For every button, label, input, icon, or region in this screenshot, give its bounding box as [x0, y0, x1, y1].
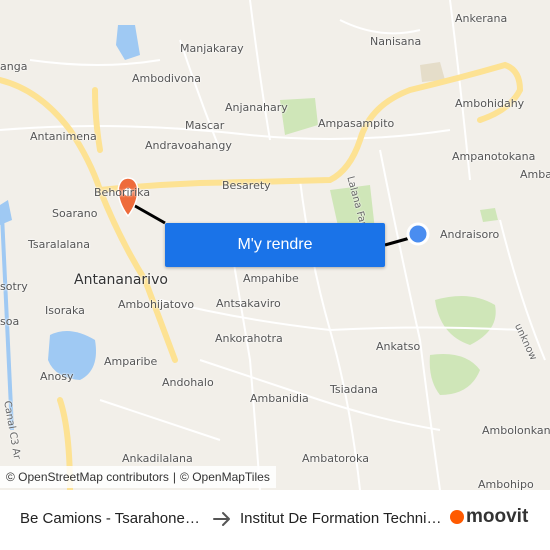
place-antananarivo: Antananarivo	[74, 272, 168, 288]
moovit-logo-icon	[450, 510, 464, 524]
get-directions-button[interactable]: M'y rendre	[165, 223, 385, 267]
place-ambanidia: Ambanidia	[250, 392, 309, 405]
osm-attribution-link[interactable]: © OpenStreetMap contributors	[6, 470, 169, 484]
origin-stop-name: Be Camions - Tsarahonenana	[20, 510, 205, 527]
place-antanimena: Antanimena	[30, 130, 97, 143]
place-isoraka: Isoraka	[45, 304, 85, 317]
place-tsaralalana: Tsaralalana	[28, 238, 90, 251]
place-ambohijatovo: Ambohijatovo	[118, 298, 195, 311]
place-amparibe: Amparibe	[104, 355, 158, 368]
place-soarano: Soarano	[52, 207, 98, 220]
place-tsiadana: Tsiadana	[330, 383, 378, 396]
place-behoririka: Behoririka	[94, 186, 151, 199]
place-ankorahotra: Ankorahotra	[215, 332, 283, 345]
place-ambohipo: Ambohipo	[478, 478, 534, 490]
area-1	[420, 62, 445, 82]
place-nanisana: Nanisana	[370, 35, 422, 48]
moovit-logo: moovit	[450, 506, 528, 528]
place-ampasampito: Ampasampito	[318, 117, 395, 130]
map-canvas[interactable]: Manjakaray Nanisana Ankerana Ambodivona …	[0, 0, 550, 490]
arrow-right-icon	[212, 508, 234, 535]
map-attribution: © OpenStreetMap contributors | © OpenMap…	[0, 466, 276, 488]
route-footer: Be Camions - Tsarahonenana Institut De F…	[0, 490, 550, 550]
place-manjakaray: Manjakaray	[180, 42, 244, 55]
destination-dot	[406, 222, 430, 246]
place-ampahibe: Ampahibe	[243, 272, 299, 285]
park-3	[435, 296, 496, 345]
attribution-separator: |	[172, 470, 177, 484]
place-anosy: Anosy	[40, 370, 74, 383]
place-besarety: Besarety	[222, 179, 271, 192]
place-ambatoroka: Ambatoroka	[302, 452, 369, 465]
place-partial-right-1: Amba	[520, 168, 550, 181]
place-ankerana: Ankerana	[455, 12, 508, 25]
moovit-wordmark: moovit	[466, 506, 529, 527]
place-ambodivona: Ambodivona	[132, 72, 201, 85]
place-ambolonkandrina: Ambolonkandrina	[482, 424, 550, 437]
omt-attribution-link[interactable]: © OpenMapTiles	[180, 470, 270, 484]
park-4	[429, 354, 480, 395]
place-ambohidahy: Ambohidahy	[455, 97, 525, 110]
place-ankadilalana: Ankadilalana	[122, 452, 193, 465]
place-mascar: Mascar	[185, 119, 225, 132]
place-andravoahangy: Andravoahangy	[145, 139, 232, 152]
place-ankatso: Ankatso	[376, 340, 421, 353]
park-5	[480, 208, 498, 222]
place-ampanotokana: Ampanotokana	[452, 150, 536, 163]
place-andraisoro: Andraisoro	[440, 228, 500, 241]
place-partial-left-2: sotry	[0, 280, 28, 293]
place-andohalo: Andohalo	[162, 376, 214, 389]
place-anjanahary: Anjanahary	[225, 101, 288, 114]
destination-name: Institut De Formation Technique	[240, 510, 445, 527]
water-body-north	[116, 25, 140, 60]
place-partial-left-1: anga	[0, 60, 28, 73]
place-partial-left-3: soa	[0, 315, 20, 328]
place-antsakaviro: Antsakaviro	[216, 297, 281, 310]
